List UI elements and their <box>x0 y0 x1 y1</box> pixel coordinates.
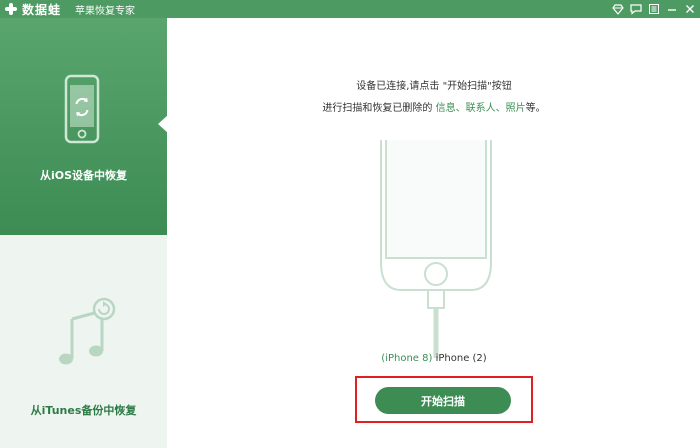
window-controls <box>612 1 696 17</box>
app-subtitle: 苹果恢复专家 <box>75 5 136 17</box>
active-indicator <box>158 115 168 133</box>
sidebar-item-itunes-backup[interactable]: 从iTunes备份中恢复 <box>0 235 167 448</box>
sidebar-item-label: 从iOS设备中恢复 <box>39 169 128 182</box>
itunes-music-icon <box>59 297 116 365</box>
main-panel: 设备已连接,请点击 "开始扫描"按钮 进行扫描和恢复已删除的 信息、联系人、照片… <box>168 18 700 448</box>
app-name: 数据蛙 <box>22 2 62 17</box>
diamond-icon[interactable] <box>612 3 624 15</box>
start-scan-button[interactable]: 开始扫描 <box>375 387 511 414</box>
logo-plus-icon <box>4 2 18 16</box>
instruction-suffix: 等。 <box>525 103 546 114</box>
instruction-prefix: 进行扫描和恢复已删除的 <box>322 103 436 114</box>
title-bar: 数据蛙 苹果恢复专家 <box>0 0 700 18</box>
instruction-line-1: 设备已连接,请点击 "开始扫描"按钮 <box>356 81 512 92</box>
device-name: iPhone (2) <box>435 353 487 364</box>
menu-icon[interactable] <box>648 3 660 15</box>
device-model: (iPhone 8) <box>381 353 433 364</box>
data-types-highlight: 信息、联系人、照片 <box>435 103 526 114</box>
close-icon[interactable] <box>684 3 696 15</box>
phone-restore-icon <box>64 74 100 144</box>
sidebar-item-ios-device[interactable]: 从iOS设备中恢复 <box>0 18 168 235</box>
brand: 数据蛙 苹果恢复专家 <box>4 1 135 17</box>
chat-icon[interactable] <box>630 3 642 15</box>
sidebar: 从iOS设备中恢复 从iTunes备份中恢复 <box>0 18 168 448</box>
minimize-icon[interactable] <box>666 3 678 15</box>
instruction-line-2: 进行扫描和恢复已删除的 信息、联系人、照片等。 <box>168 98 700 120</box>
instructions: 设备已连接,请点击 "开始扫描"按钮 进行扫描和恢复已删除的 信息、联系人、照片… <box>168 76 700 120</box>
connected-phone-illustration <box>380 140 492 358</box>
device-info: (iPhone 8) iPhone (2) <box>168 353 700 364</box>
sidebar-item-label: 从iTunes备份中恢复 <box>30 404 137 417</box>
